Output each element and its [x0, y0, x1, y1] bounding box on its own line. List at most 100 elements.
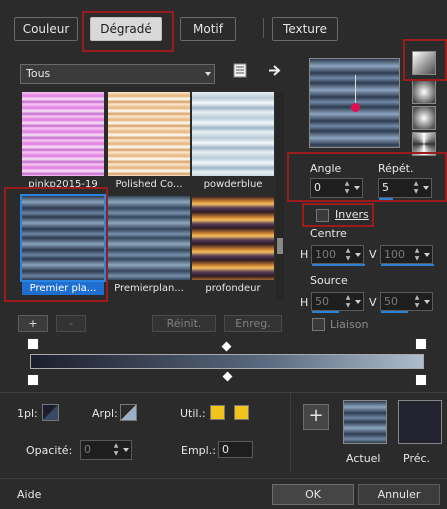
save-gradient-button[interactable]: Enreg.	[224, 315, 282, 332]
footer-divider	[0, 478, 447, 479]
remove-gradient-button[interactable]: -	[56, 315, 86, 332]
color-stop-icon[interactable]	[415, 338, 427, 350]
spin-arrows-icon[interactable]: ▲ ▼	[112, 442, 120, 458]
library-scrollbar[interactable]	[276, 92, 284, 300]
gradient-name: powderblue	[203, 179, 263, 190]
tab-couleur[interactable]: Couleur	[14, 17, 78, 41]
color-stop-icon[interactable]	[27, 338, 39, 350]
gradient-thumb[interactable]: pinkp2015-19	[22, 92, 104, 190]
angle-handle[interactable]	[351, 103, 360, 112]
help-link[interactable]: Aide	[17, 488, 41, 501]
gradient-thumb[interactable]: profondeur	[192, 196, 274, 294]
tab-motif[interactable]: Motif	[180, 17, 236, 41]
gradient-preview	[192, 92, 274, 176]
current-gradient-swatch[interactable]	[343, 400, 387, 444]
util-color-swatch[interactable]	[210, 405, 225, 420]
radial-gradient-icon[interactable]	[412, 80, 436, 104]
source-v-input[interactable]: 50 ▲ ▼	[380, 292, 433, 313]
reset-button[interactable]: Réinit.	[152, 315, 216, 332]
center-h-value: 100	[315, 248, 336, 261]
center-v-value: 100	[384, 248, 405, 261]
chevron-down-icon	[205, 72, 211, 76]
gradient-thumb[interactable]: Polished Co...	[108, 92, 190, 190]
gradient-name: profondeur	[205, 283, 261, 294]
highlight-tab-degrade	[82, 11, 174, 52]
center-v-label: V	[369, 248, 377, 261]
gradient-preview-large[interactable]	[309, 58, 400, 148]
tab-texture[interactable]: Texture	[272, 17, 338, 41]
add-gradient-button[interactable]: +	[18, 315, 48, 332]
highlight-invert	[302, 203, 374, 227]
source-v-label: V	[369, 296, 377, 309]
center-h-input[interactable]: 100 ▲ ▼	[311, 245, 365, 266]
empl-label: Empl.:	[181, 444, 216, 457]
color-stop-icon[interactable]	[27, 374, 39, 386]
center-label: Centre	[310, 227, 347, 240]
current-divider	[290, 393, 291, 471]
center-h-slider[interactable]	[312, 264, 365, 266]
gradient-preview	[108, 196, 190, 280]
source-h-slider[interactable]	[312, 311, 339, 313]
gradient-preview	[108, 92, 190, 176]
midpoint-icon[interactable]	[222, 371, 233, 382]
previous-gradient-swatch[interactable]	[398, 400, 442, 444]
opacity-value: 0	[84, 443, 91, 456]
center-v-input[interactable]: 100 ▲ ▼	[380, 245, 434, 266]
spin-arrows-icon[interactable]: ▲ ▼	[344, 247, 352, 263]
link-checkbox[interactable]	[312, 318, 325, 331]
empl-value: 0	[222, 443, 229, 456]
first-plan-swatch[interactable]	[42, 404, 59, 421]
chevron-down-icon[interactable]	[424, 299, 430, 304]
arrpl-label: Arpl:	[92, 407, 118, 420]
library-filter-value: Tous	[26, 67, 51, 80]
gradient-name: Polished Co...	[115, 179, 183, 190]
scrollbar-thumb[interactable]	[277, 238, 283, 254]
source-label: Source	[310, 274, 348, 287]
center-v-slider[interactable]	[381, 264, 434, 266]
gradient-name: Premierplan...	[114, 283, 184, 294]
library-filter-dropdown[interactable]: Tous	[20, 64, 215, 84]
cancel-button[interactable]: Annuler	[358, 484, 440, 505]
opacity-input[interactable]: 0 ▲ ▼	[80, 440, 132, 460]
highlight-gradient-type	[403, 39, 447, 81]
gradient-thumb[interactable]: powderblue	[192, 92, 274, 190]
source-v-value: 50	[384, 295, 398, 308]
tab-separator	[263, 18, 264, 38]
source-h-value: 50	[315, 295, 329, 308]
midpoint-icon[interactable]	[221, 341, 232, 352]
add-to-library-button[interactable]: +	[303, 404, 329, 430]
highlight-selected-gradient	[4, 187, 108, 302]
chevron-down-icon[interactable]	[355, 252, 361, 257]
palette-icon[interactable]	[233, 63, 248, 78]
spin-arrows-icon[interactable]: ▲ ▼	[344, 294, 352, 310]
link-label[interactable]: Liaison	[330, 318, 368, 331]
color-stop-icon[interactable]	[415, 374, 427, 386]
center-h-label: H	[300, 248, 309, 261]
highlight-angle-repeat	[287, 152, 447, 202]
arrow-right-icon[interactable]	[267, 63, 283, 78]
source-h-label: H	[300, 296, 309, 309]
gradient-preview	[192, 196, 274, 280]
spin-arrows-icon[interactable]: ▲ ▼	[413, 294, 421, 310]
empl-input[interactable]: 0	[218, 441, 253, 458]
chevron-down-icon[interactable]	[424, 252, 430, 257]
gradient-bar[interactable]	[30, 354, 424, 369]
previous-label: Préc.	[403, 452, 431, 465]
chevron-down-icon[interactable]	[355, 299, 361, 304]
util-label: Util.:	[180, 407, 206, 420]
divider	[0, 392, 447, 393]
chevron-down-icon[interactable]	[123, 448, 129, 452]
ok-button[interactable]: OK	[272, 484, 354, 505]
gradient-thumb[interactable]: Premierplan...	[108, 196, 190, 294]
arrpl-swatch[interactable]	[120, 404, 137, 421]
first-plan-label: 1pl:	[17, 407, 38, 420]
source-h-input[interactable]: 50 ▲ ▼	[311, 292, 364, 313]
angle-line	[355, 75, 356, 105]
gradient-preview	[22, 92, 104, 176]
util-color-swatch[interactable]	[234, 405, 249, 420]
spin-arrows-icon[interactable]: ▲ ▼	[413, 247, 421, 263]
opacity-label: Opacité:	[26, 444, 73, 457]
source-v-slider[interactable]	[381, 311, 408, 313]
rectangular-gradient-icon[interactable]	[412, 106, 436, 130]
current-label: Actuel	[346, 452, 381, 465]
